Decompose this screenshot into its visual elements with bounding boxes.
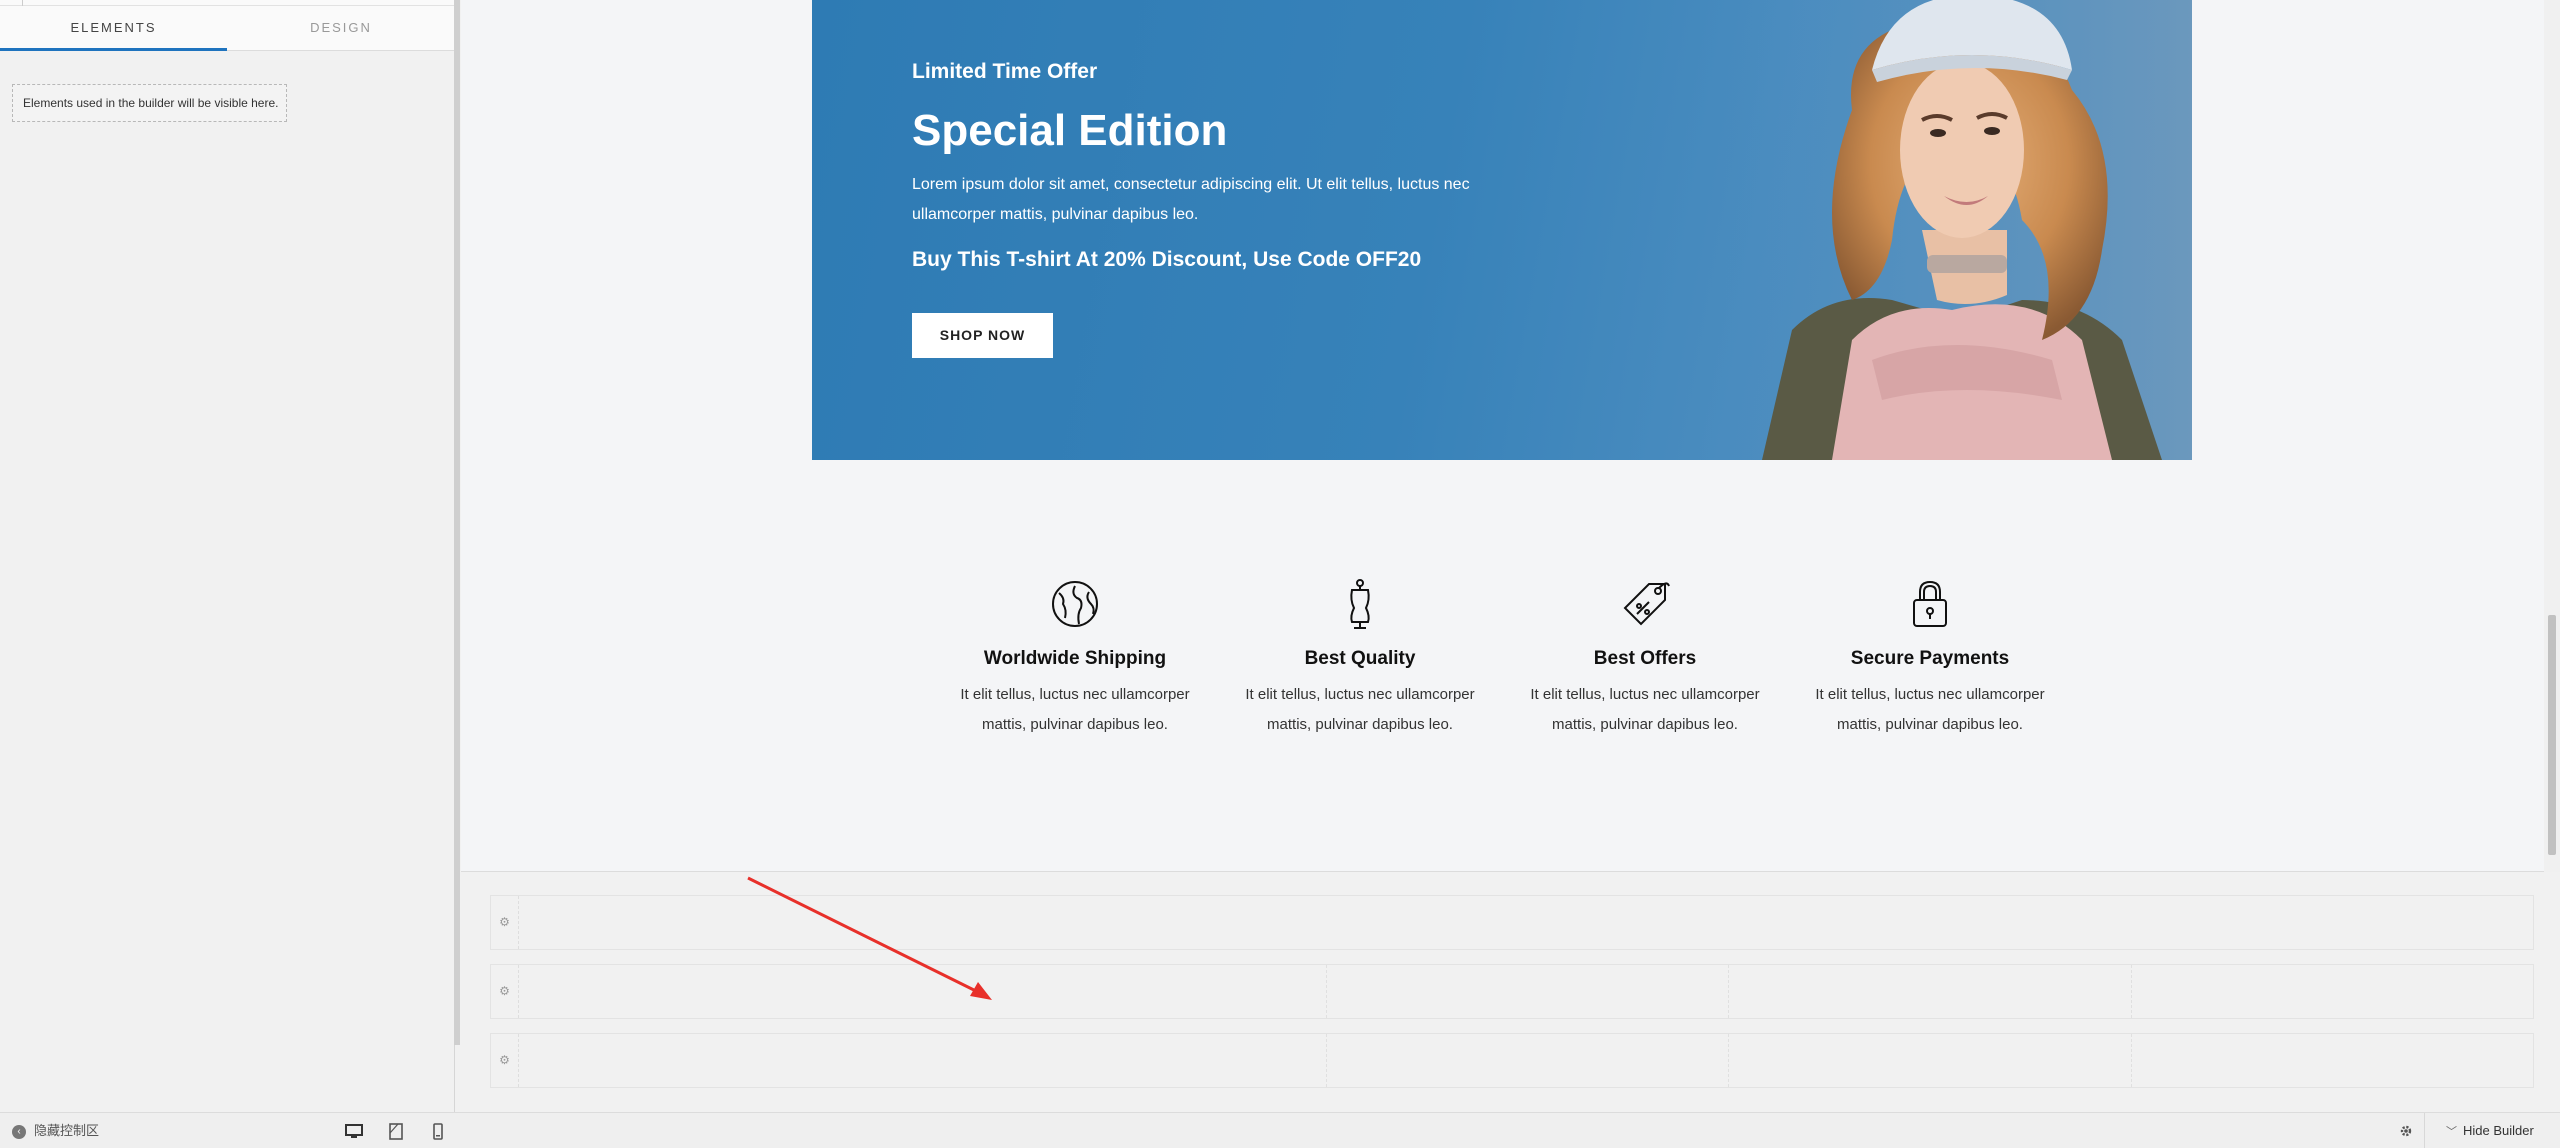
column-divider: [1326, 1034, 1327, 1087]
feature-best-offers[interactable]: Best Offers It elit tellus, luctus nec u…: [1510, 578, 1780, 740]
hide-panel-toggle[interactable]: ‹ 隐藏控制区: [12, 1113, 99, 1148]
row-settings-gear-icon[interactable]: ⚙: [491, 965, 519, 1018]
mobile-icon[interactable]: [428, 1121, 448, 1141]
feature-worldwide-shipping[interactable]: Worldwide Shipping It elit tellus, luctu…: [940, 578, 1210, 740]
model-photo: [1722, 0, 2192, 460]
hide-builder-button[interactable]: ﹀ Hide Builder: [2446, 1113, 2534, 1148]
column-divider: [2131, 1034, 2132, 1087]
elements-hint-box: Elements used in the builder will be vis…: [12, 84, 287, 122]
globe-icon: [1052, 581, 1098, 627]
tab-elements[interactable]: ELEMENTS: [0, 6, 227, 51]
panel-tabs: ELEMENTS DESIGN: [0, 6, 455, 51]
column-divider: [1326, 965, 1327, 1018]
feature-best-quality[interactable]: Best Quality It elit tellus, luctus nec …: [1225, 578, 1495, 740]
feature-title: Best Offers: [1593, 648, 1697, 669]
desktop-icon[interactable]: [344, 1121, 364, 1141]
feature-title: Best Quality: [1304, 648, 1416, 669]
feature-text: It elit tellus, luctus nec ullamcorper m…: [1530, 686, 1760, 733]
tablet-icon[interactable]: [386, 1121, 406, 1141]
mannequin-icon: [1350, 579, 1370, 629]
column-divider: [1728, 965, 1729, 1018]
feature-title: Secure Payments: [1850, 648, 2010, 669]
padlock-icon: [1913, 580, 1947, 627]
hide-builder-label: Hide Builder: [2463, 1123, 2534, 1138]
shop-now-button[interactable]: SHOP NOW: [912, 313, 1053, 358]
chevron-down-icon: ﹀: [2446, 1126, 2457, 1138]
column-divider: [2131, 965, 2132, 1018]
feature-text: It elit tellus, luctus nec ullamcorper m…: [1245, 686, 1475, 733]
row-settings-gear-icon[interactable]: ⚙: [491, 1034, 519, 1087]
bar-divider: [2424, 1113, 2425, 1148]
gear-icon[interactable]: [2396, 1121, 2416, 1141]
hero-title: Special Edition: [912, 106, 1228, 155]
feature-secure-payments[interactable]: Secure Payments It elit tellus, luctus n…: [1795, 578, 2065, 740]
column-divider: [1728, 1034, 1729, 1087]
scrollbar-thumb[interactable]: [2548, 615, 2556, 855]
feature-title: Worldwide Shipping: [983, 648, 1167, 669]
collapse-arrow-icon: ‹: [12, 1124, 26, 1139]
hide-panel-label: 隐藏控制区: [34, 1123, 100, 1138]
builder-left-panel: ELEMENTS DESIGN Elements used in the bui…: [0, 0, 455, 1112]
tab-design[interactable]: DESIGN: [227, 6, 455, 51]
hero-discount-text: Buy This T-shirt At 20% Discount, Use Co…: [912, 248, 1422, 271]
hero-eyebrow: Limited Time Offer: [912, 60, 1098, 83]
price-tag-icon: [1623, 582, 1670, 626]
hero-banner[interactable]: Limited Time Offer Special Edition Lorem…: [812, 0, 2192, 460]
hero-description: Lorem ipsum dolor sit amet, consectetur …: [912, 176, 1470, 223]
builder-bottom-bar: ‹ 隐藏控制区 ﹀ Hide Builder: [0, 1112, 2560, 1148]
feature-text: It elit tellus, luctus nec ullamcorper m…: [960, 686, 1190, 733]
row-settings-gear-icon[interactable]: ⚙: [491, 896, 519, 949]
feature-text: It elit tellus, luctus nec ullamcorper m…: [1815, 686, 2045, 733]
preview-scrollbar[interactable]: [2544, 0, 2560, 872]
left-panel-scrollbar[interactable]: [454, 0, 460, 1045]
builder-row[interactable]: ⚙: [490, 964, 2534, 1019]
builder-row[interactable]: ⚙: [490, 895, 2534, 950]
builder-row[interactable]: ⚙: [490, 1033, 2534, 1088]
